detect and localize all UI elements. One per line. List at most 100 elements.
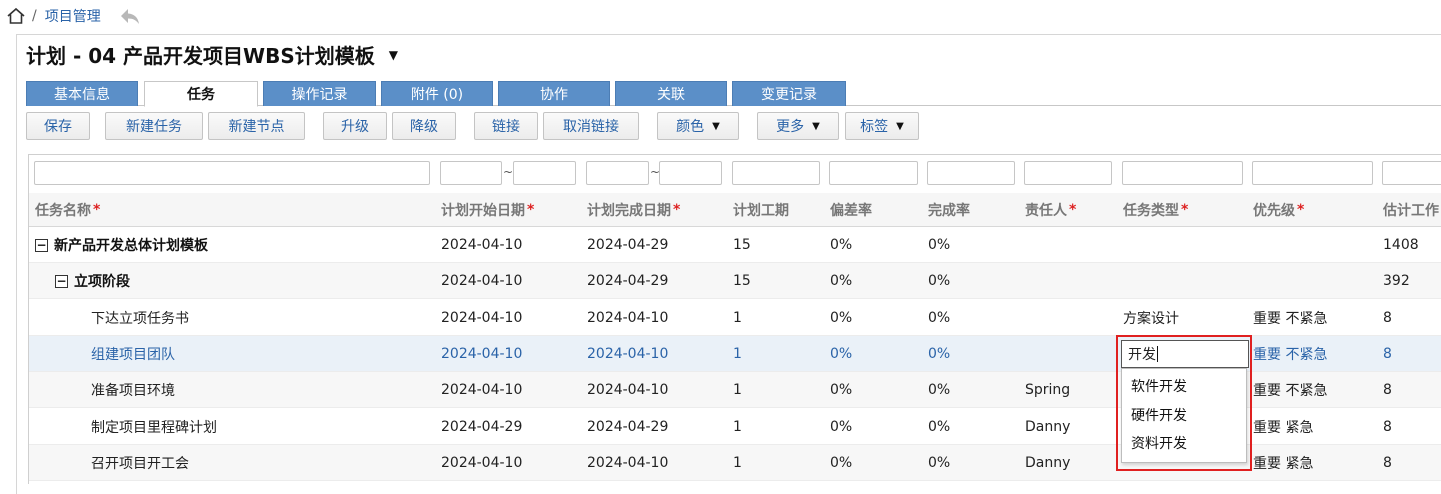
start-date-cell: 2024-04-10 — [441, 237, 523, 253]
completion-cell: 0% — [928, 382, 951, 398]
end-date-cell: 2024-04-10 — [587, 346, 669, 362]
duration-cell: 1 — [733, 455, 742, 471]
col-header-completion[interactable]: 完成率 — [928, 193, 970, 227]
autocomplete-option-hardware[interactable]: 硬件开发 — [1131, 405, 1187, 425]
completion-cell: 0% — [928, 273, 951, 289]
collapse-toggle-icon[interactable]: − — [35, 238, 48, 252]
deviation-cell: 0% — [830, 346, 853, 362]
estimate-cell: 8 — [1383, 382, 1392, 398]
end-date-cell: 2024-04-10 — [587, 382, 669, 398]
tab-change-log[interactable]: 变更记录 — [732, 81, 846, 106]
tab-attachments[interactable]: 附件 (0) — [381, 81, 493, 106]
estimate-cell: 8 — [1383, 455, 1392, 471]
filter-priority-input[interactable] — [1252, 161, 1373, 185]
estimate-cell: 392 — [1383, 273, 1410, 289]
back-arrow-icon[interactable] — [119, 6, 141, 26]
duration-cell: 1 — [733, 382, 742, 398]
filter-range-tilde: ~ — [503, 165, 514, 179]
task-name-cell: 下达立项任务书 — [91, 311, 189, 327]
collapse-toggle-icon[interactable]: − — [55, 274, 68, 288]
priority-cell: 重要 紧急 — [1253, 420, 1314, 436]
more-dropdown-button[interactable]: 更多 ▼ — [757, 112, 839, 140]
caret-down-icon: ▼ — [896, 120, 904, 132]
col-header-name[interactable]: 任务名称 * — [35, 193, 100, 227]
col-header-duration[interactable]: 计划工期 — [733, 193, 789, 227]
filter-end-from-input[interactable] — [586, 161, 649, 185]
color-dropdown-button[interactable]: 颜色 ▼ — [657, 112, 739, 140]
tab-collaboration[interactable]: 协作 — [498, 81, 610, 106]
priority-cell: 重要 不紧急 — [1253, 383, 1328, 399]
upgrade-button[interactable]: 升级 — [323, 112, 387, 140]
completion-cell: 0% — [928, 419, 951, 435]
breadcrumb-separator: / — [32, 8, 37, 24]
col-header-estimate[interactable]: 估计工作 — [1383, 193, 1439, 227]
completion-cell: 0% — [928, 455, 951, 471]
downgrade-button[interactable]: 降级 — [392, 112, 456, 140]
task-type-edit-input[interactable]: 开发 — [1121, 340, 1249, 368]
deviation-cell: 0% — [830, 455, 853, 471]
filter-type-input[interactable] — [1122, 161, 1243, 185]
save-button[interactable]: 保存 — [26, 112, 90, 140]
col-header-priority[interactable]: 优先级 * — [1253, 193, 1304, 227]
tab-basic-info[interactable]: 基本信息 — [26, 81, 138, 106]
estimate-cell: 8 — [1383, 419, 1392, 435]
priority-cell: 重要 紧急 — [1253, 456, 1314, 472]
filter-start-from-input[interactable] — [440, 161, 502, 185]
deviation-cell: 0% — [830, 273, 853, 289]
estimate-cell: 8 — [1383, 346, 1392, 362]
page-title: 计划 - 04 产品开发项目WBS计划模板 ▼ — [26, 40, 398, 69]
caret-down-icon: ▼ — [712, 120, 720, 132]
title-dropdown-icon[interactable]: ▼ — [389, 48, 398, 62]
end-date-cell: 2024-04-10 — [587, 455, 669, 471]
col-header-owner[interactable]: 责任人 * — [1025, 193, 1076, 227]
tab-operation-log[interactable]: 操作记录 — [263, 81, 376, 106]
end-date-cell: 2024-04-29 — [587, 273, 669, 289]
link-button[interactable]: 链接 — [474, 112, 538, 140]
task-type-autocomplete-list: 软件开发 硬件开发 资料开发 — [1121, 368, 1247, 463]
col-header-deviation[interactable]: 偏差率 — [830, 193, 872, 227]
autocomplete-option-software[interactable]: 软件开发 — [1131, 376, 1187, 396]
duration-cell: 1 — [733, 346, 742, 362]
duration-cell: 15 — [733, 237, 751, 253]
task-name-cell: − 新产品开发总体计划模板 — [35, 238, 208, 254]
filter-completion-input[interactable] — [927, 161, 1015, 185]
caret-down-icon: ▼ — [812, 120, 820, 132]
color-button-label: 颜色 — [676, 119, 705, 135]
task-type-edit-value: 开发 — [1128, 347, 1156, 363]
autocomplete-option-documentation[interactable]: 资料开发 — [1131, 433, 1187, 453]
end-date-cell: 2024-04-29 — [587, 419, 669, 435]
start-date-cell: 2024-04-10 — [441, 273, 523, 289]
end-date-cell: 2024-04-10 — [587, 310, 669, 326]
home-icon[interactable] — [6, 6, 26, 26]
owner-cell: Danny — [1025, 419, 1071, 435]
col-header-end[interactable]: 计划完成日期 * — [587, 193, 680, 227]
task-name-cell: − 立项阶段 — [55, 274, 130, 290]
unlink-button[interactable]: 取消链接 — [543, 112, 639, 140]
completion-cell: 0% — [928, 310, 951, 326]
duration-cell: 1 — [733, 310, 742, 326]
filter-estimate-input[interactable] — [1382, 161, 1441, 185]
start-date-cell: 2024-04-10 — [441, 346, 523, 362]
priority-cell: 重要 不紧急 — [1253, 347, 1328, 363]
filter-deviation-input[interactable] — [829, 161, 918, 185]
filter-start-to-input[interactable] — [513, 161, 576, 185]
filter-owner-input[interactable] — [1024, 161, 1112, 185]
deviation-cell: 0% — [830, 237, 853, 253]
tag-dropdown-button[interactable]: 标签 ▼ — [845, 112, 919, 140]
table-row[interactable]: − 立项阶段 2024-04-10 2024-04-29 15 0% 0% 392 — [29, 263, 1441, 299]
filter-name-input[interactable] — [34, 161, 430, 185]
breadcrumb-link-project-management[interactable]: 项目管理 — [45, 6, 101, 26]
col-header-type[interactable]: 任务类型 * — [1123, 193, 1188, 227]
new-task-button[interactable]: 新建任务 — [105, 112, 203, 140]
filter-duration-input[interactable] — [732, 161, 820, 185]
text-cursor — [1157, 346, 1158, 362]
priority-cell: 重要 不紧急 — [1253, 311, 1328, 327]
table-row[interactable]: − 新产品开发总体计划模板 2024-04-10 2024-04-29 15 0%… — [29, 227, 1441, 263]
col-header-start[interactable]: 计划开始日期 * — [441, 193, 534, 227]
new-node-button[interactable]: 新建节点 — [208, 112, 305, 140]
tab-tasks[interactable]: 任务 — [144, 81, 258, 107]
table-row[interactable]: 下达立项任务书 2024-04-10 2024-04-10 1 0% 0% 方案… — [29, 300, 1441, 336]
filter-end-to-input[interactable] — [659, 161, 722, 185]
deviation-cell: 0% — [830, 382, 853, 398]
tab-related[interactable]: 关联 — [615, 81, 727, 106]
